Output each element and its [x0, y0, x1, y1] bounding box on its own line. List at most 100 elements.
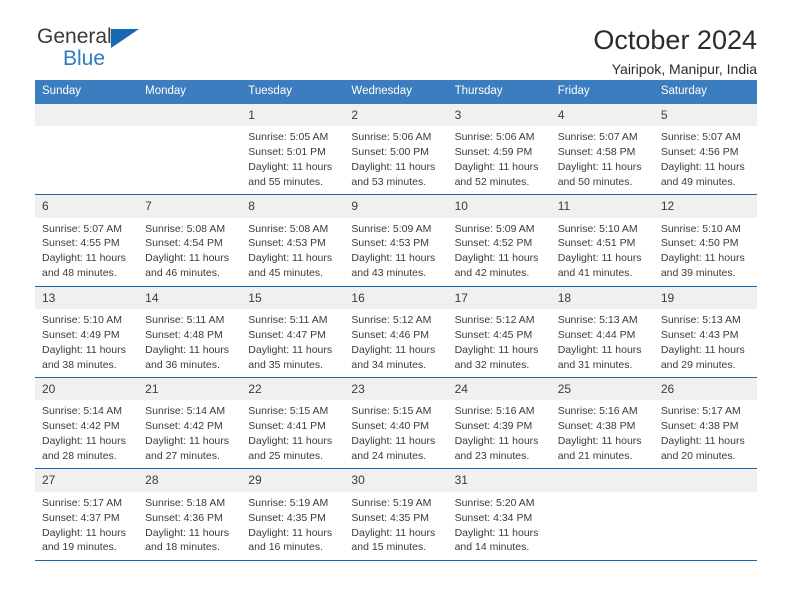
day-detail-line: and 32 minutes. [454, 358, 530, 371]
day-number[interactable]: 29 [241, 469, 344, 491]
day-cell[interactable]: Sunrise: 5:12 AM Sunset: 4:46 PM Daylight:… [344, 309, 447, 377]
day-detail-line: Sunset: 4:49 PM [42, 328, 120, 341]
day-cell[interactable]: Sunrise: 5:18 AM Sunset: 4:36 PM Daylight:… [138, 492, 241, 560]
day-number[interactable]: 22 [241, 378, 344, 400]
day-number[interactable]: 1 [241, 104, 344, 126]
day-number[interactable]: 8 [241, 195, 344, 217]
day-cell[interactable]: Sunrise: 5:19 AM Sunset: 4:35 PM Daylight:… [344, 492, 447, 560]
calendar-weeks: 1 2 3 4 5 Sunrise: 5:05 AM Sunset: 5:01 PM Dayl… [35, 103, 757, 561]
day-cell[interactable]: Sunrise: 5:07 AM Sunset: 4:58 PM Daylight:… [551, 126, 654, 194]
day-detail-line: Sunrise: 5:08 AM [248, 222, 329, 235]
day-cell[interactable]: Sunrise: 5:14 AM Sunset: 4:42 PM Daylight:… [35, 400, 138, 468]
day-detail-line: Sunrise: 5:16 AM [454, 405, 535, 418]
day-cell[interactable]: Sunrise: 5:20 AM Sunset: 4:34 PM Daylight:… [448, 492, 551, 560]
day-detail-line: Sunset: 4:51 PM [557, 237, 636, 250]
day-detail-line: Sunrise: 5:10 AM [660, 222, 741, 235]
day-number[interactable]: 18 [551, 287, 654, 309]
day-cell[interactable]: Sunrise: 5:07 AM Sunset: 4:56 PM Daylight:… [654, 126, 757, 194]
calendar-week-row: 1 2 3 4 5 Sunrise: 5:05 AM Sunset: 5:01 PM Dayl… [35, 103, 757, 196]
day-cell[interactable]: Sunrise: 5:08 AM Sunset: 4:54 PM Daylight:… [138, 218, 241, 286]
day-number[interactable]: 13 [35, 287, 138, 309]
day-cell[interactable]: Sunrise: 5:10 AM Sunset: 4:51 PM Daylight:… [551, 218, 654, 286]
day-number[interactable]: 15 [241, 287, 344, 309]
day-detail-line: Daylight: 11 hours [248, 526, 333, 539]
day-number[interactable]: 20 [35, 378, 138, 400]
day-number[interactable]: 3 [448, 104, 551, 126]
day-detail-line: and 29 minutes. [660, 358, 736, 371]
day-number[interactable]: 31 [448, 469, 551, 491]
day-detail-line: Sunrise: 5:12 AM [454, 313, 535, 326]
day-cell[interactable]: Sunrise: 5:05 AM Sunset: 5:01 PM Daylight:… [241, 126, 344, 194]
day-detail-line: Daylight: 11 hours [660, 435, 745, 448]
day-detail-line: Sunset: 4:40 PM [351, 420, 430, 433]
brand-name-general: General [37, 25, 112, 48]
day-number[interactable]: 16 [344, 287, 447, 309]
day-cell[interactable]: Sunrise: 5:07 AM Sunset: 4:55 PM Daylight:… [35, 218, 138, 286]
day-detail-line: Daylight: 11 hours [660, 161, 745, 173]
calendar-week-row: 6 7 8 9 10 11 12 Sunrise: 5:07 AM Sunset: 4:55 P… [35, 195, 757, 287]
day-number[interactable]: 24 [448, 378, 551, 400]
day-detail-line: and 52 minutes. [454, 175, 530, 188]
day-cell[interactable]: Sunrise: 5:09 AM Sunset: 4:53 PM Daylight:… [344, 218, 447, 286]
day-detail-line: Sunset: 4:52 PM [454, 237, 533, 250]
brand-logo[interactable]: General Blue [35, 26, 157, 74]
day-detail-line: and 19 minutes. [42, 541, 117, 554]
day-number[interactable]: 10 [448, 195, 551, 217]
page-title: October 2024 [593, 25, 757, 55]
day-number[interactable]: 6 [35, 195, 138, 217]
day-cell[interactable]: Sunrise: 5:10 AM Sunset: 4:49 PM Daylight:… [35, 309, 138, 377]
day-number[interactable]: 25 [551, 378, 654, 400]
day-number[interactable]: 26 [654, 378, 757, 400]
day-detail-line: and 55 minutes. [248, 175, 323, 188]
day-detail-line: Sunset: 4:38 PM [660, 420, 739, 433]
day-detail-line: Sunset: 4:54 PM [145, 237, 223, 250]
day-cell[interactable]: Sunrise: 5:17 AM Sunset: 4:38 PM Daylight:… [654, 400, 757, 468]
day-detail-line: Daylight: 11 hours [248, 161, 333, 173]
week-detail-row: Sunrise: 5:05 AM Sunset: 5:01 PM Daylight:… [35, 126, 757, 195]
day-cell[interactable]: Sunrise: 5:06 AM Sunset: 5:00 PM Daylight:… [344, 126, 447, 194]
day-number[interactable]: 4 [551, 104, 654, 126]
day-detail-line: Daylight: 11 hours [660, 252, 745, 265]
day-detail-line: Sunset: 4:42 PM [145, 420, 223, 433]
day-detail-line: Daylight: 11 hours [454, 526, 539, 539]
day-cell[interactable]: Sunrise: 5:08 AM Sunset: 4:53 PM Daylight:… [241, 218, 344, 286]
day-cell[interactable]: Sunrise: 5:09 AM Sunset: 4:52 PM Daylight:… [448, 218, 551, 286]
day-number[interactable]: 2 [344, 104, 447, 126]
day-number[interactable]: 30 [344, 469, 447, 491]
day-number[interactable]: 11 [551, 195, 654, 217]
day-number[interactable]: 28 [138, 469, 241, 491]
day-cell[interactable]: Sunrise: 5:15 AM Sunset: 4:41 PM Daylight:… [241, 400, 344, 468]
calendar-week-row: 27 28 29 30 31 Sunrise: 5:17 AM Sunset: 4:37 P… [35, 469, 757, 561]
day-detail-line: Sunrise: 5:12 AM [351, 313, 432, 326]
day-cell[interactable]: Sunrise: 5:19 AM Sunset: 4:35 PM Daylight:… [241, 492, 344, 560]
day-number[interactable]: 27 [35, 469, 138, 491]
day-detail-line: Daylight: 11 hours [454, 161, 539, 173]
day-cell[interactable]: Sunrise: 5:13 AM Sunset: 4:44 PM Daylight:… [551, 309, 654, 377]
day-number[interactable]: 7 [138, 195, 241, 217]
day-number[interactable]: 5 [654, 104, 757, 126]
day-cell[interactable]: Sunrise: 5:13 AM Sunset: 4:43 PM Daylight:… [654, 309, 757, 377]
day-number[interactable]: 19 [654, 287, 757, 309]
week-detail-row: Sunrise: 5:10 AM Sunset: 4:49 PM Daylight:… [35, 308, 757, 377]
day-detail-line: Sunrise: 5:13 AM [660, 313, 741, 326]
day-number[interactable]: 23 [344, 378, 447, 400]
day-cell[interactable]: Sunrise: 5:15 AM Sunset: 4:40 PM Daylight:… [344, 400, 447, 468]
day-cell[interactable]: Sunrise: 5:16 AM Sunset: 4:39 PM Daylight:… [448, 400, 551, 468]
day-cell[interactable]: Sunrise: 5:17 AM Sunset: 4:37 PM Daylight:… [35, 492, 138, 560]
day-cell[interactable]: Sunrise: 5:12 AM Sunset: 4:45 PM Daylight:… [448, 309, 551, 377]
day-cell[interactable]: Sunrise: 5:06 AM Sunset: 4:59 PM Daylight:… [448, 126, 551, 194]
day-cell[interactable]: Sunrise: 5:14 AM Sunset: 4:42 PM Daylight:… [138, 400, 241, 468]
day-number[interactable]: 12 [654, 195, 757, 217]
day-number[interactable]: 21 [138, 378, 241, 400]
weekday-header-row: Sunday Monday Tuesday Wednesday Thursday Frid… [35, 80, 757, 104]
day-cell[interactable]: Sunrise: 5:10 AM Sunset: 4:50 PM Daylight:… [654, 218, 757, 286]
day-cell[interactable]: Sunrise: 5:16 AM Sunset: 4:38 PM Daylight:… [551, 400, 654, 468]
day-number[interactable]: 14 [138, 287, 241, 309]
day-number[interactable]: 17 [448, 287, 551, 309]
day-cell[interactable]: Sunrise: 5:11 AM Sunset: 4:47 PM Daylight:… [241, 309, 344, 377]
day-detail-line: Sunrise: 5:05 AM [248, 131, 329, 144]
calendar-grid: Sunday Monday Tuesday Wednesday Thursday Frid… [35, 80, 757, 561]
day-cell[interactable]: Sunrise: 5:11 AM Sunset: 4:48 PM Daylight:… [138, 309, 241, 377]
day-number[interactable]: 9 [344, 195, 447, 217]
day-detail-line: Sunrise: 5:06 AM [351, 131, 432, 144]
